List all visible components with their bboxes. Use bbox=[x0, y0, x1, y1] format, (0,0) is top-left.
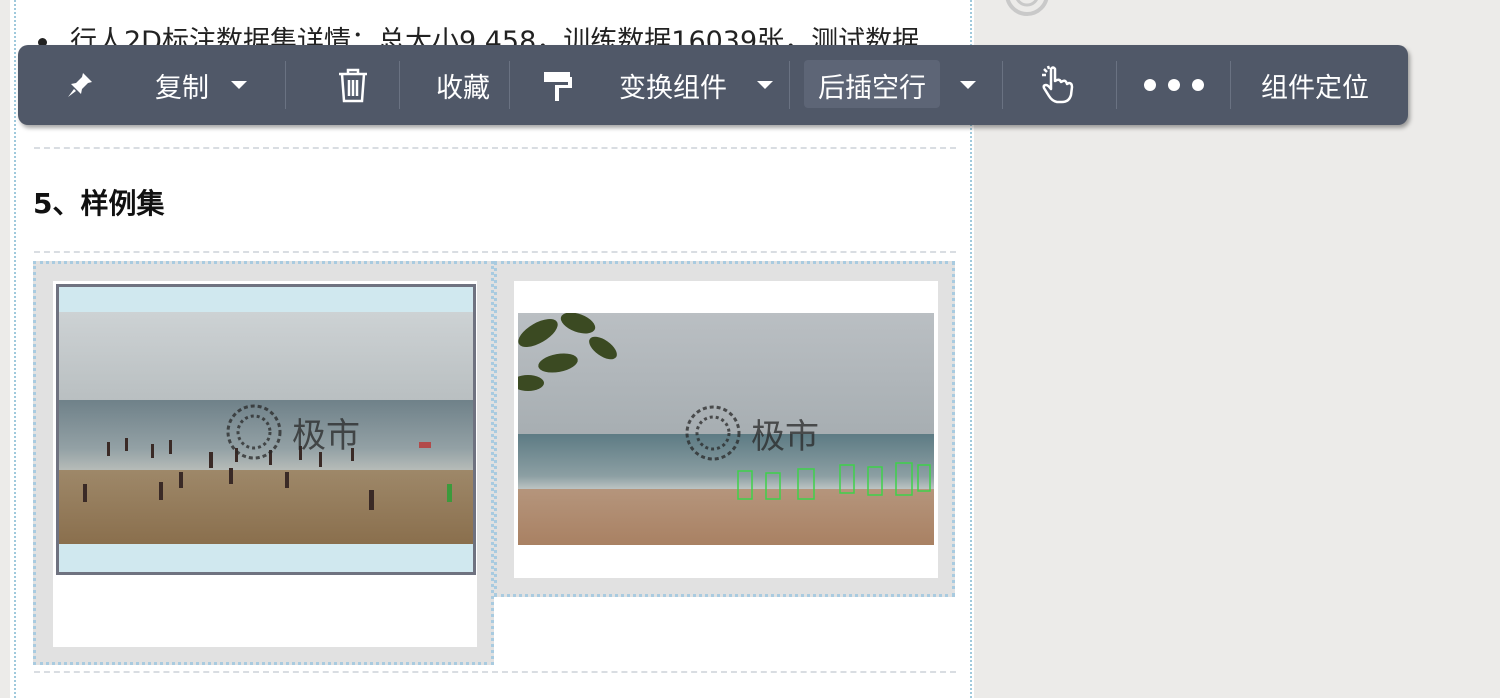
more-dots-icon bbox=[1144, 79, 1204, 91]
select-button[interactable] bbox=[1008, 45, 1108, 125]
pointer-hand-icon bbox=[1042, 65, 1074, 104]
chevron-down-icon bbox=[757, 81, 773, 89]
transform-label: 变换组件 bbox=[619, 72, 727, 104]
insert-after-dropdown[interactable] bbox=[944, 45, 992, 125]
toolbar-separator bbox=[789, 61, 790, 109]
image-card[interactable]: 极市 bbox=[514, 281, 938, 578]
toolbar-separator bbox=[399, 61, 400, 109]
toolbar-separator bbox=[1116, 61, 1117, 109]
divider bbox=[34, 251, 956, 253]
beach-photo-1: 极市 bbox=[59, 312, 473, 544]
paint-roller-icon bbox=[544, 72, 572, 101]
transform-component-button[interactable]: 变换组件 bbox=[596, 45, 796, 125]
insert-after-button[interactable]: 后插空行 bbox=[804, 45, 940, 125]
toolbar-separator bbox=[1230, 61, 1231, 109]
image-card[interactable]: 极市 bbox=[53, 281, 477, 647]
favorite-button[interactable]: 收藏 bbox=[408, 45, 518, 125]
locate-label: 组件定位 bbox=[1261, 72, 1369, 104]
trash-icon bbox=[339, 68, 367, 103]
toolbar-separator bbox=[1002, 61, 1003, 109]
toolbar-separator bbox=[285, 61, 286, 109]
format-painter-button[interactable] bbox=[523, 45, 593, 125]
locate-component-button[interactable]: 组件定位 bbox=[1240, 45, 1390, 125]
section-title: 5、样例集 bbox=[33, 187, 165, 220]
watermark: 极市 bbox=[224, 402, 360, 462]
pin-button[interactable] bbox=[48, 45, 112, 125]
selected-image[interactable]: 极市 bbox=[56, 284, 476, 575]
divider bbox=[34, 147, 956, 149]
copy-label: 复制 bbox=[155, 72, 209, 104]
chevron-down-icon bbox=[231, 81, 247, 89]
floating-toolbar: 复制 收藏 变换组件 后插空行 组件定位 bbox=[18, 45, 1408, 125]
grid-cell-left[interactable]: 极市 bbox=[33, 261, 494, 665]
copy-button[interactable]: 复制 bbox=[126, 45, 276, 125]
toolbar-separator bbox=[509, 61, 510, 109]
grid-cell-right[interactable]: 极市 bbox=[494, 261, 955, 597]
insert-after-label: 后插空行 bbox=[818, 72, 926, 104]
image-grid: 极市 极市 bbox=[33, 261, 955, 665]
beach-photo-2: 极市 bbox=[518, 313, 934, 545]
watermark: 极市 bbox=[683, 403, 819, 463]
target-icon bbox=[1005, 0, 1049, 16]
pin-icon bbox=[68, 73, 92, 97]
watermark-text: 极市 bbox=[751, 416, 819, 457]
delete-button[interactable] bbox=[303, 45, 403, 125]
watermark-text: 极市 bbox=[292, 415, 360, 456]
more-button[interactable] bbox=[1124, 45, 1224, 125]
divider bbox=[34, 671, 956, 673]
favorite-label: 收藏 bbox=[436, 72, 490, 104]
chevron-down-icon bbox=[960, 81, 976, 89]
